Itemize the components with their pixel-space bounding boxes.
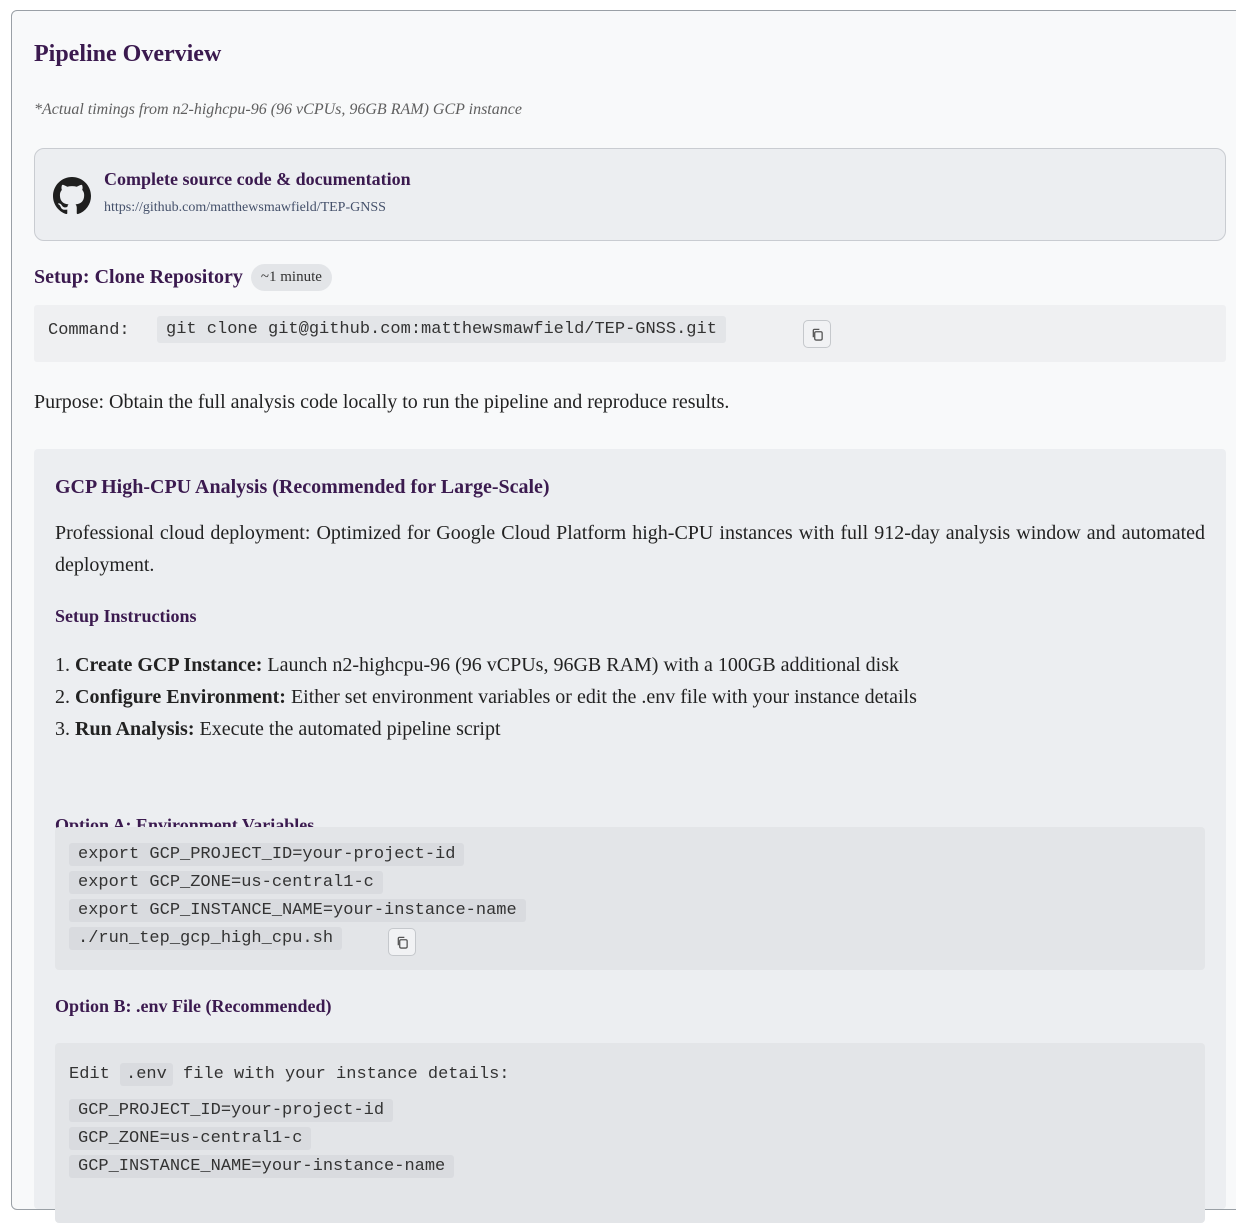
step-label: Run Analysis:	[75, 718, 195, 740]
code-line[interactable]: GCP_PROJECT_ID=your-project-id	[69, 1099, 394, 1122]
setup-steps: 1. Create GCP Instance: Launch n2-highcp…	[55, 649, 917, 745]
option-a-code-block: export GCP_PROJECT_ID=your-project-id ex…	[55, 827, 1205, 970]
clone-command-box: Command: git clone git@github.com:matthe…	[34, 305, 1226, 362]
step-number: 1.	[55, 654, 70, 676]
gcp-title: GCP High-CPU Analysis (Recommended for L…	[55, 476, 550, 498]
step-number: 3.	[55, 718, 70, 740]
step-label: Create GCP Instance:	[75, 654, 263, 676]
env-intro-before: Edit	[69, 1065, 110, 1084]
code-line[interactable]: export GCP_ZONE=us-central1-c	[69, 871, 383, 894]
clone-command[interactable]: git clone git@github.com:matthewsmawfiel…	[157, 316, 726, 343]
code-line[interactable]: export GCP_PROJECT_ID=your-project-id	[69, 843, 465, 866]
repo-link-box[interactable]: Complete source code & documentation htt…	[34, 148, 1226, 241]
step-text: Either set environment variables or edit…	[285, 686, 917, 708]
code-line[interactable]: export GCP_INSTANCE_NAME=your-instance-n…	[69, 899, 526, 922]
copy-icon	[397, 936, 408, 949]
step-item: 2. Configure Environment: Either set env…	[55, 681, 917, 713]
github-icon	[53, 177, 91, 215]
repo-title: Complete source code & documentation	[104, 169, 411, 189]
step-text: Execute the automated pipeline script	[194, 718, 501, 740]
step-item: 1. Create GCP Instance: Launch n2-highcp…	[55, 649, 917, 681]
purpose-text: Purpose: Obtain the full analysis code l…	[34, 391, 730, 413]
step-number: 2.	[55, 686, 70, 708]
env-intro: Edit .env file with your instance detail…	[69, 1063, 510, 1086]
step-item: 3. Run Analysis: Execute the automated p…	[55, 713, 917, 745]
option-b-heading: Option B: .env File (Recommended)	[55, 996, 332, 1016]
repo-url-link[interactable]: https://github.com/matthewsmawfield/TEP-…	[104, 200, 386, 216]
option-b-code-block: Edit .env file with your instance detail…	[55, 1043, 1205, 1223]
command-label: Command:	[48, 321, 130, 340]
setup-title: Setup: Clone Repository	[34, 265, 243, 288]
env-file-code: .env	[120, 1063, 173, 1086]
code-line[interactable]: GCP_ZONE=us-central1-c	[69, 1127, 312, 1150]
env-intro-after: file with your instance details:	[183, 1065, 510, 1084]
gcp-section: GCP High-CPU Analysis (Recommended for L…	[34, 449, 1226, 1223]
code-line[interactable]: ./run_tep_gcp_high_cpu.sh	[69, 927, 343, 950]
step-text: Launch n2-highcpu-96 (96 vCPUs, 96GB RAM…	[262, 654, 899, 676]
setup-instructions-heading: Setup Instructions	[55, 606, 197, 626]
code-line[interactable]: GCP_INSTANCE_NAME=your-instance-name	[69, 1155, 455, 1178]
copy-icon	[812, 328, 823, 341]
step-label: Configure Environment:	[75, 686, 286, 708]
timing-note: *Actual timings from n2-highcpu-96 (96 v…	[34, 101, 522, 118]
duration-badge: ~1 minute	[250, 263, 332, 291]
setup-heading: Setup: Clone Repository ~1 minute	[34, 261, 332, 293]
page-title: Pipeline Overview	[34, 41, 222, 67]
copy-code-button[interactable]	[388, 928, 416, 956]
copy-command-button[interactable]	[803, 320, 831, 348]
pipeline-overview-card: Pipeline Overview *Actual timings from n…	[11, 10, 1236, 1223]
gcp-description: Professional cloud deployment: Optimized…	[55, 522, 1205, 576]
